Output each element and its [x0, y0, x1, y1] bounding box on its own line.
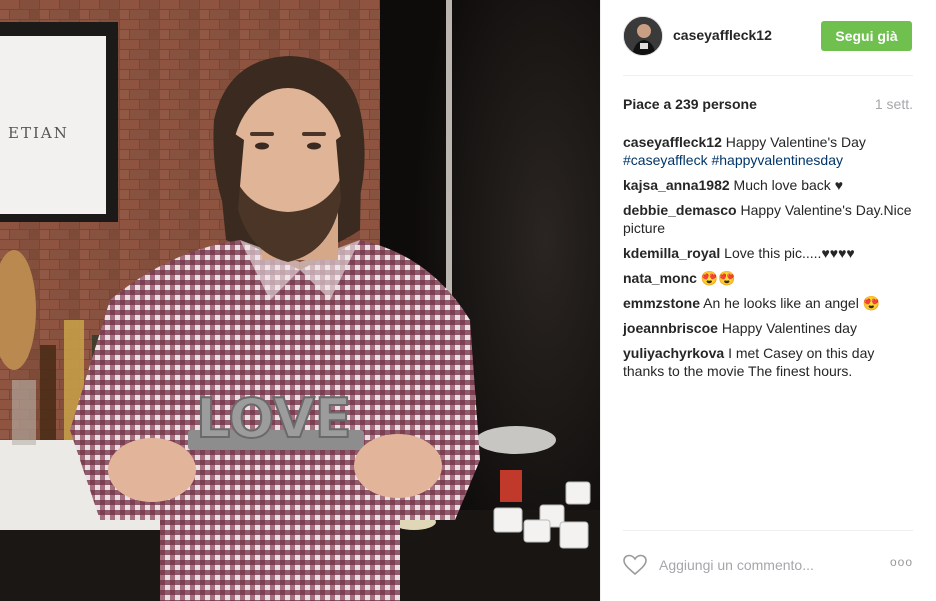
comment-text: Love this pic.....♥♥♥♥	[724, 245, 855, 261]
post-header: caseyaffleck12 Segui già	[623, 16, 913, 60]
list-item: yuliyachyrkova I met Casey on this day t…	[623, 344, 913, 380]
likes-row: Piace a 239 persone 1 sett.	[623, 96, 913, 114]
caption-hashtags[interactable]: #caseyaffleck #happyvalentinesday	[623, 152, 843, 168]
comment-username[interactable]: nata_monc	[623, 270, 697, 286]
post-photo[interactable]: ETIAN LOVE	[0, 0, 600, 601]
photo-illustration: ETIAN LOVE	[0, 0, 600, 601]
list-item: kdemilla_royal Love this pic.....♥♥♥♥	[623, 244, 913, 262]
comment-username[interactable]: kdemilla_royal	[623, 245, 720, 261]
list-item: kajsa_anna1982 Much love back ♥	[623, 176, 913, 194]
heart-icon[interactable]	[623, 554, 647, 576]
list-item: debbie_demasco Happy Valentine's Day.Nic…	[623, 201, 913, 237]
caption-username[interactable]: caseyaffleck12	[623, 134, 722, 150]
caption-text: Happy Valentine's Day	[725, 134, 866, 150]
comment-bar: ooo	[623, 553, 913, 577]
likes-count[interactable]: Piace a 239 persone	[623, 96, 757, 112]
list-item: joeannbriscoe Happy Valentines day	[623, 319, 913, 337]
comment-text: An he looks like an angel 😍	[703, 295, 881, 311]
header-divider	[623, 75, 913, 76]
comment-username[interactable]: kajsa_anna1982	[623, 177, 730, 193]
avatar[interactable]	[623, 16, 663, 56]
comments-list: caseyaffleck12 Happy Valentine's Day #ca…	[623, 133, 913, 387]
comment-username[interactable]: yuliyachyrkova	[623, 345, 724, 361]
avatar-image	[624, 17, 662, 55]
comment-text: 😍😍	[700, 270, 736, 286]
post-side-panel: caseyaffleck12 Segui già Piace a 239 per…	[600, 0, 936, 601]
footer-divider	[623, 530, 913, 531]
comment-username[interactable]: debbie_demasco	[623, 202, 737, 218]
love-sign-text: LOVE	[196, 387, 352, 450]
username-link[interactable]: caseyaffleck12	[673, 27, 772, 43]
post-timestamp[interactable]: 1 sett.	[875, 96, 913, 112]
comment-text: Much love back ♥	[733, 177, 844, 193]
list-item: emmzstone An he looks like an angel 😍	[623, 294, 913, 312]
comment-username[interactable]: joeannbriscoe	[623, 320, 718, 336]
comment-input[interactable]	[657, 553, 861, 577]
caption: caseyaffleck12 Happy Valentine's Day #ca…	[623, 133, 913, 169]
more-options-icon[interactable]: ooo	[887, 555, 913, 573]
comment-username[interactable]: emmzstone	[623, 295, 700, 311]
list-item: nata_monc 😍😍	[623, 269, 913, 287]
wall-sign-text: ETIAN	[8, 124, 69, 142]
comment-text: Happy Valentines day	[721, 320, 857, 336]
follow-button[interactable]: Segui già	[821, 21, 912, 51]
